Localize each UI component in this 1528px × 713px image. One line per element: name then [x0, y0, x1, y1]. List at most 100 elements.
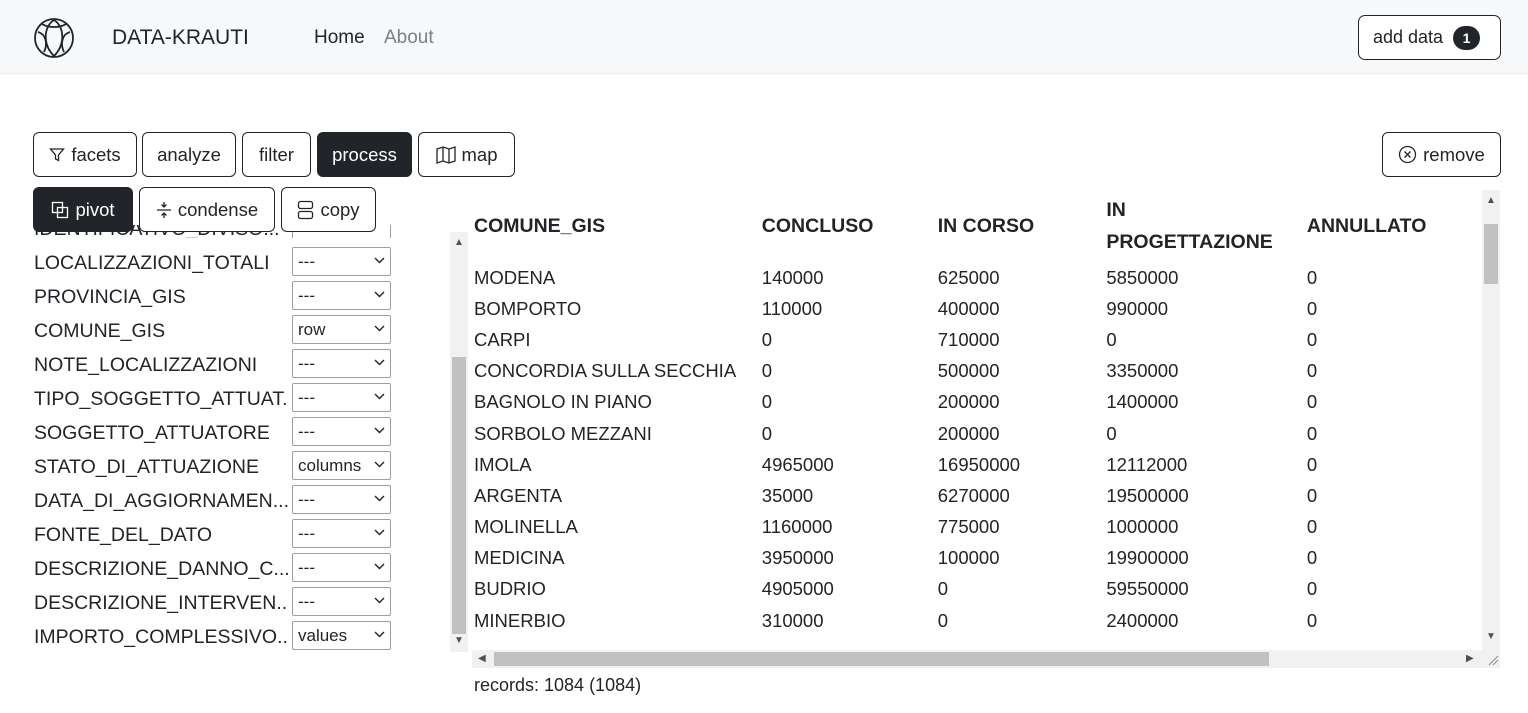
field-role-select[interactable]: ---: [292, 587, 391, 616]
funnel-icon: [49, 147, 66, 162]
nav-home-link[interactable]: Home: [314, 27, 365, 49]
tab-facets[interactable]: facets: [33, 132, 137, 177]
field-role-select[interactable]: ---: [292, 281, 391, 310]
field-row: NOTE_LOCALIZZAZIONI ---: [34, 349, 394, 383]
field-row: TIPO_SOGGETTO_ATTUAT... ---: [34, 383, 394, 417]
tab-filter[interactable]: filter: [242, 132, 311, 177]
field-role-select[interactable]: ---: [292, 553, 391, 582]
table-cell: 0: [1306, 609, 1318, 631]
cabbage-logo-icon[interactable]: [30, 14, 78, 60]
chevron-down-icon: [374, 529, 385, 536]
field-label: DESCRIZIONE_DANNO_C...: [34, 558, 288, 580]
table-cell: 400000: [937, 297, 1000, 319]
table-cell: 200000: [937, 391, 1000, 413]
copy-button[interactable]: copy: [281, 187, 376, 232]
scroll-up-arrow-icon[interactable]: ▲: [454, 238, 464, 248]
condense-button[interactable]: condense: [139, 187, 275, 232]
table-cell: 6270000: [937, 484, 1010, 506]
nav-about-link[interactable]: About: [384, 27, 434, 49]
table-cell: 110000: [761, 297, 823, 319]
table-row: MINERBIO 310000 0 2400000 0: [468, 605, 1482, 636]
table-row: BAGNOLO IN PIANO 0 200000 1400000 0: [468, 387, 1482, 418]
table-cell: IMOLA: [474, 453, 532, 475]
field-role-select[interactable]: row: [292, 315, 391, 344]
table-cell: MINERBIO: [474, 609, 566, 631]
table-cell: 3950000: [761, 547, 834, 569]
table-horizontal-scrollbar[interactable]: ◀ ▶: [472, 650, 1500, 668]
field-role-select[interactable]: ---: [292, 485, 391, 514]
pivot-button[interactable]: pivot: [33, 187, 133, 232]
table-cell: 19900000: [1106, 547, 1189, 569]
resize-grip-icon[interactable]: [1487, 654, 1499, 666]
field-role-value: ---: [298, 285, 315, 305]
add-data-label: add data: [1373, 27, 1444, 47]
field-role-value: ---: [298, 523, 315, 543]
column-header[interactable]: COMUNE_GIS: [468, 190, 756, 262]
column-header[interactable]: ANNULLATO: [1301, 190, 1482, 262]
table-cell: 0: [1306, 328, 1318, 350]
table-cell: 0: [1306, 578, 1318, 600]
remove-label: remove: [1423, 143, 1485, 165]
field-role-select[interactable]: ---: [292, 417, 391, 446]
scroll-left-arrow-icon[interactable]: ◀: [478, 654, 486, 664]
scrollbar-thumb[interactable]: [1484, 224, 1498, 284]
field-role-select[interactable]: ---: [292, 247, 391, 276]
tab-facets-label: facets: [71, 143, 121, 165]
table-row: IMOLA 4965000 16950000 12112000 0: [468, 449, 1482, 480]
navbar: DATA-KRAUTI Home About add data 1: [0, 0, 1528, 74]
scrollbar-thumb[interactable]: [452, 357, 466, 634]
table-cell: 4965000: [761, 453, 834, 475]
scrollbar-thumb[interactable]: [494, 652, 1269, 666]
tab-process-label: process: [332, 143, 397, 165]
table-cell: 0: [937, 578, 949, 600]
records-count: records: 1084 (1084): [474, 675, 642, 695]
field-label: NOTE_LOCALIZZAZIONI: [34, 354, 258, 376]
tab-map[interactable]: map: [418, 132, 515, 177]
column-header[interactable]: IN PROGETTAZIONE: [1100, 190, 1301, 262]
table-cell: CARPI: [474, 328, 531, 350]
table-cell: BUDRIO: [474, 578, 546, 600]
field-role-select[interactable]: columns: [292, 451, 391, 480]
table-row: ARGENTA 35000 6270000 19500000 0: [468, 480, 1482, 511]
field-role-select[interactable]: values: [292, 621, 391, 650]
add-data-button[interactable]: add data 1: [1358, 15, 1501, 60]
tab-process[interactable]: process: [317, 132, 412, 177]
column-header[interactable]: CONCLUSO: [756, 190, 932, 262]
table-row: SORBOLO MEZZANI 0 200000 0 0: [468, 418, 1482, 449]
brand-name[interactable]: DATA-KRAUTI: [112, 26, 249, 50]
table-cell: 0: [761, 422, 773, 444]
table-cell: 0: [1306, 516, 1318, 538]
table-cell: BOMPORTO: [474, 297, 582, 319]
table-cell: BAGNOLO IN PIANO: [474, 391, 652, 413]
field-role-select[interactable]: ---: [292, 349, 391, 378]
scroll-down-arrow-icon[interactable]: ▼: [1486, 632, 1496, 642]
remove-button[interactable]: remove: [1382, 132, 1501, 177]
field-row: STATO_DI_ATTUAZIONE columns: [34, 451, 394, 485]
column-header[interactable]: IN CORSO: [932, 190, 1101, 262]
pivot-icon: [52, 201, 69, 218]
field-role-select[interactable]: ---: [292, 519, 391, 548]
table-vertical-scrollbar[interactable]: ▲ ▼: [1482, 190, 1500, 650]
chevron-down-icon: [374, 495, 385, 502]
table-cell: 0: [1306, 453, 1318, 475]
table-cell: 12112000: [1106, 453, 1188, 475]
scroll-up-arrow-icon[interactable]: ▲: [1486, 196, 1496, 206]
table-cell: 710000: [937, 328, 1000, 350]
chevron-down-icon: [374, 291, 385, 298]
table-cell: MEDICINA: [474, 547, 565, 569]
chevron-down-icon: [374, 597, 385, 604]
table-cell: 0: [1306, 422, 1318, 444]
chevron-down-icon: [374, 359, 385, 366]
scroll-right-arrow-icon[interactable]: ▶: [1466, 654, 1474, 664]
left-vertical-scrollbar[interactable]: ▲ ▼: [450, 232, 468, 652]
data-count-badge: 1: [1453, 25, 1481, 50]
tab-analyze[interactable]: analyze: [142, 132, 236, 177]
tab-map-label: map: [461, 143, 498, 165]
table-row: CARPI 0 710000 0 0: [468, 324, 1482, 355]
scroll-down-arrow-icon[interactable]: ▼: [454, 636, 464, 646]
field-label: STATO_DI_ATTUAZIONE: [34, 456, 260, 478]
chevron-down-icon: [374, 631, 385, 638]
field-row: DESCRIZIONE_DANNO_C... ---: [34, 553, 394, 587]
field-role-select[interactable]: ---: [292, 383, 391, 412]
table-cell: 0: [1306, 360, 1318, 382]
